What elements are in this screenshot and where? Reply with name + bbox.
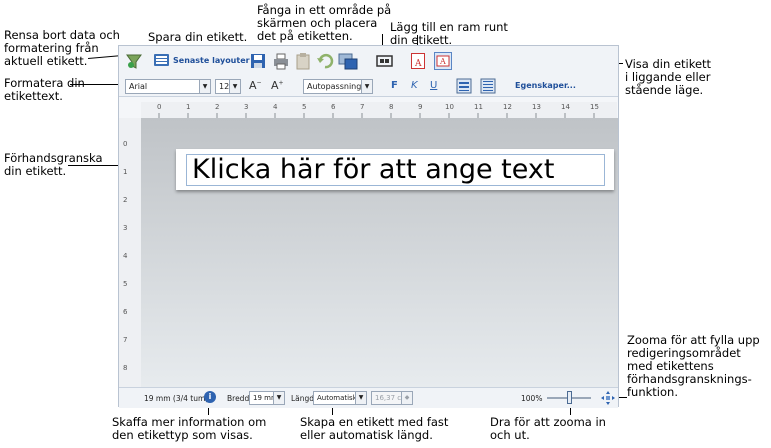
main-toolbar: Senaste layouter A A — [119, 46, 618, 76]
ruler-mark: 0 — [157, 103, 162, 111]
ruler-mark: 0 — [123, 140, 128, 148]
bold-button[interactable]: F — [391, 80, 398, 91]
info-icon[interactable]: i — [204, 391, 216, 403]
ruler-mark: 2 — [123, 196, 128, 204]
frame-icon[interactable] — [376, 53, 394, 71]
capture-screen-icon[interactable] — [338, 52, 358, 70]
ruler-mark: 14 — [561, 103, 570, 111]
chevron-down-icon: ▼ — [355, 392, 366, 404]
ruler-mark: 1 — [186, 103, 191, 111]
length-mode-select[interactable]: Automatiskt ▼ — [313, 391, 367, 405]
width-label: Bredd — [227, 394, 250, 403]
ruler-mark: 1 — [123, 168, 128, 176]
properties-button[interactable]: Egenskaper... — [515, 81, 576, 90]
ruler-mark: 15 — [590, 103, 599, 111]
callout-zoom: Dra för att zooma in och ut. — [490, 415, 606, 442]
callout-capture: Fånga in ett område på skärmen och place… — [257, 3, 392, 43]
callout-frame: Lägg till en ram runt din etikett. — [390, 20, 508, 47]
clear-icon[interactable] — [125, 52, 143, 70]
ruler-mark: 8 — [123, 364, 128, 372]
font-size-select[interactable]: 12 ▼ — [215, 79, 241, 94]
format-toolbar: Arial ▼ 12 ▼ A− A+ Autopassning ▼ F K U … — [119, 76, 618, 97]
ruler-mark: 5 — [302, 103, 307, 111]
paste-icon[interactable] — [294, 52, 312, 70]
length-mode-value: Automatiskt — [317, 394, 360, 402]
svg-text:A: A — [439, 57, 446, 66]
callout-format: Formatera din etikettext. — [4, 76, 85, 103]
landscape-icon[interactable]: A — [434, 52, 452, 70]
ruler-mark: 6 — [123, 308, 128, 316]
callout-length: Skapa en etikett med fast eller automati… — [300, 415, 449, 442]
zoom-slider-handle[interactable] — [567, 391, 572, 404]
zoom-level: 100% — [521, 394, 543, 403]
ruler-mark: 4 — [123, 252, 128, 260]
ruler-mark: 13 — [532, 103, 541, 111]
underline-button[interactable]: U — [430, 80, 437, 91]
ruler-mark: 7 — [360, 103, 365, 111]
callout-fit: Zooma för att fylla upp redigeringsområd… — [627, 333, 760, 399]
horizontal-ruler: 0 1 2 3 4 5 6 7 8 9 10 11 12 13 14 15 — [141, 102, 617, 119]
align-icon[interactable] — [456, 78, 474, 96]
save-icon[interactable] — [249, 52, 267, 70]
chevron-down-icon: ▼ — [273, 392, 284, 404]
decrease-font-icon[interactable]: A− — [249, 79, 262, 92]
width-select[interactable]: 19 mm ▼ — [249, 391, 285, 405]
print-icon[interactable] — [272, 52, 290, 70]
recent-layouts-button[interactable]: Senaste layouter — [173, 56, 250, 65]
ruler-mark: 2 — [215, 103, 220, 111]
length-label: Längd — [291, 394, 315, 403]
vertical-ruler: 0 1 2 3 4 5 6 7 8 — [119, 118, 142, 387]
chevron-down-icon: ▼ — [229, 80, 240, 93]
italic-button[interactable]: K — [411, 80, 418, 91]
ruler-mark: 4 — [273, 103, 278, 111]
ruler-mark: 11 — [474, 103, 483, 111]
portrait-icon[interactable]: A — [411, 53, 425, 69]
increase-font-icon[interactable]: A+ — [271, 79, 284, 92]
leader-line — [70, 84, 120, 85]
zoom-to-fit-icon[interactable] — [601, 391, 615, 405]
svg-text:A: A — [414, 59, 422, 69]
label-preview: Klicka här för att ange text — [176, 149, 614, 190]
ruler-mark: 6 — [331, 103, 336, 111]
chevron-down-icon: ▼ — [361, 80, 372, 93]
ruler-mark: 9 — [418, 103, 423, 111]
ruler-mark: 12 — [503, 103, 512, 111]
label-editor-window: Senaste layouter A A Arial ▼ 12 ▼ A− A+ … — [118, 45, 619, 408]
fit-mode-value: Autopassning — [307, 82, 362, 91]
ruler-mark: 10 — [445, 103, 454, 111]
undo-icon[interactable] — [316, 52, 334, 70]
recent-layouts-icon[interactable] — [153, 52, 171, 70]
callout-info: Skaffa mer information om den etikettyp … — [112, 415, 267, 442]
font-select[interactable]: Arial ▼ — [125, 79, 211, 94]
ruler-mark: 8 — [389, 103, 394, 111]
font-size-value: 12 — [219, 82, 230, 91]
callout-save: Spara din etikett. — [148, 30, 248, 44]
edit-area: Klicka här för att ange text — [141, 118, 618, 387]
label-type-text: 19 mm (3/4 tum) — [144, 394, 209, 403]
ruler-mark: 3 — [123, 224, 128, 232]
chevron-down-icon: ▼ — [199, 80, 210, 93]
font-value: Arial — [129, 82, 148, 91]
callout-orientation: Visa din etikett i liggande eller ståend… — [625, 57, 712, 97]
ruler-mark: 3 — [244, 103, 249, 111]
spinner-icon: ◆ — [401, 392, 412, 404]
status-bar: 19 mm (3/4 tum) i Bredd 19 mm ▼ Längd Au… — [119, 387, 618, 408]
length-value-field[interactable]: 16,37 cm ◆ — [371, 391, 413, 405]
callout-clear: Rensa bort data och formatering från akt… — [4, 28, 120, 68]
label-text-field[interactable]: Klicka här för att ange text — [186, 154, 605, 186]
ruler-mark: 7 — [123, 336, 128, 344]
ruler-mark: 5 — [123, 280, 128, 288]
text-layout-icon[interactable] — [480, 78, 498, 96]
fit-mode-select[interactable]: Autopassning ▼ — [303, 79, 373, 94]
